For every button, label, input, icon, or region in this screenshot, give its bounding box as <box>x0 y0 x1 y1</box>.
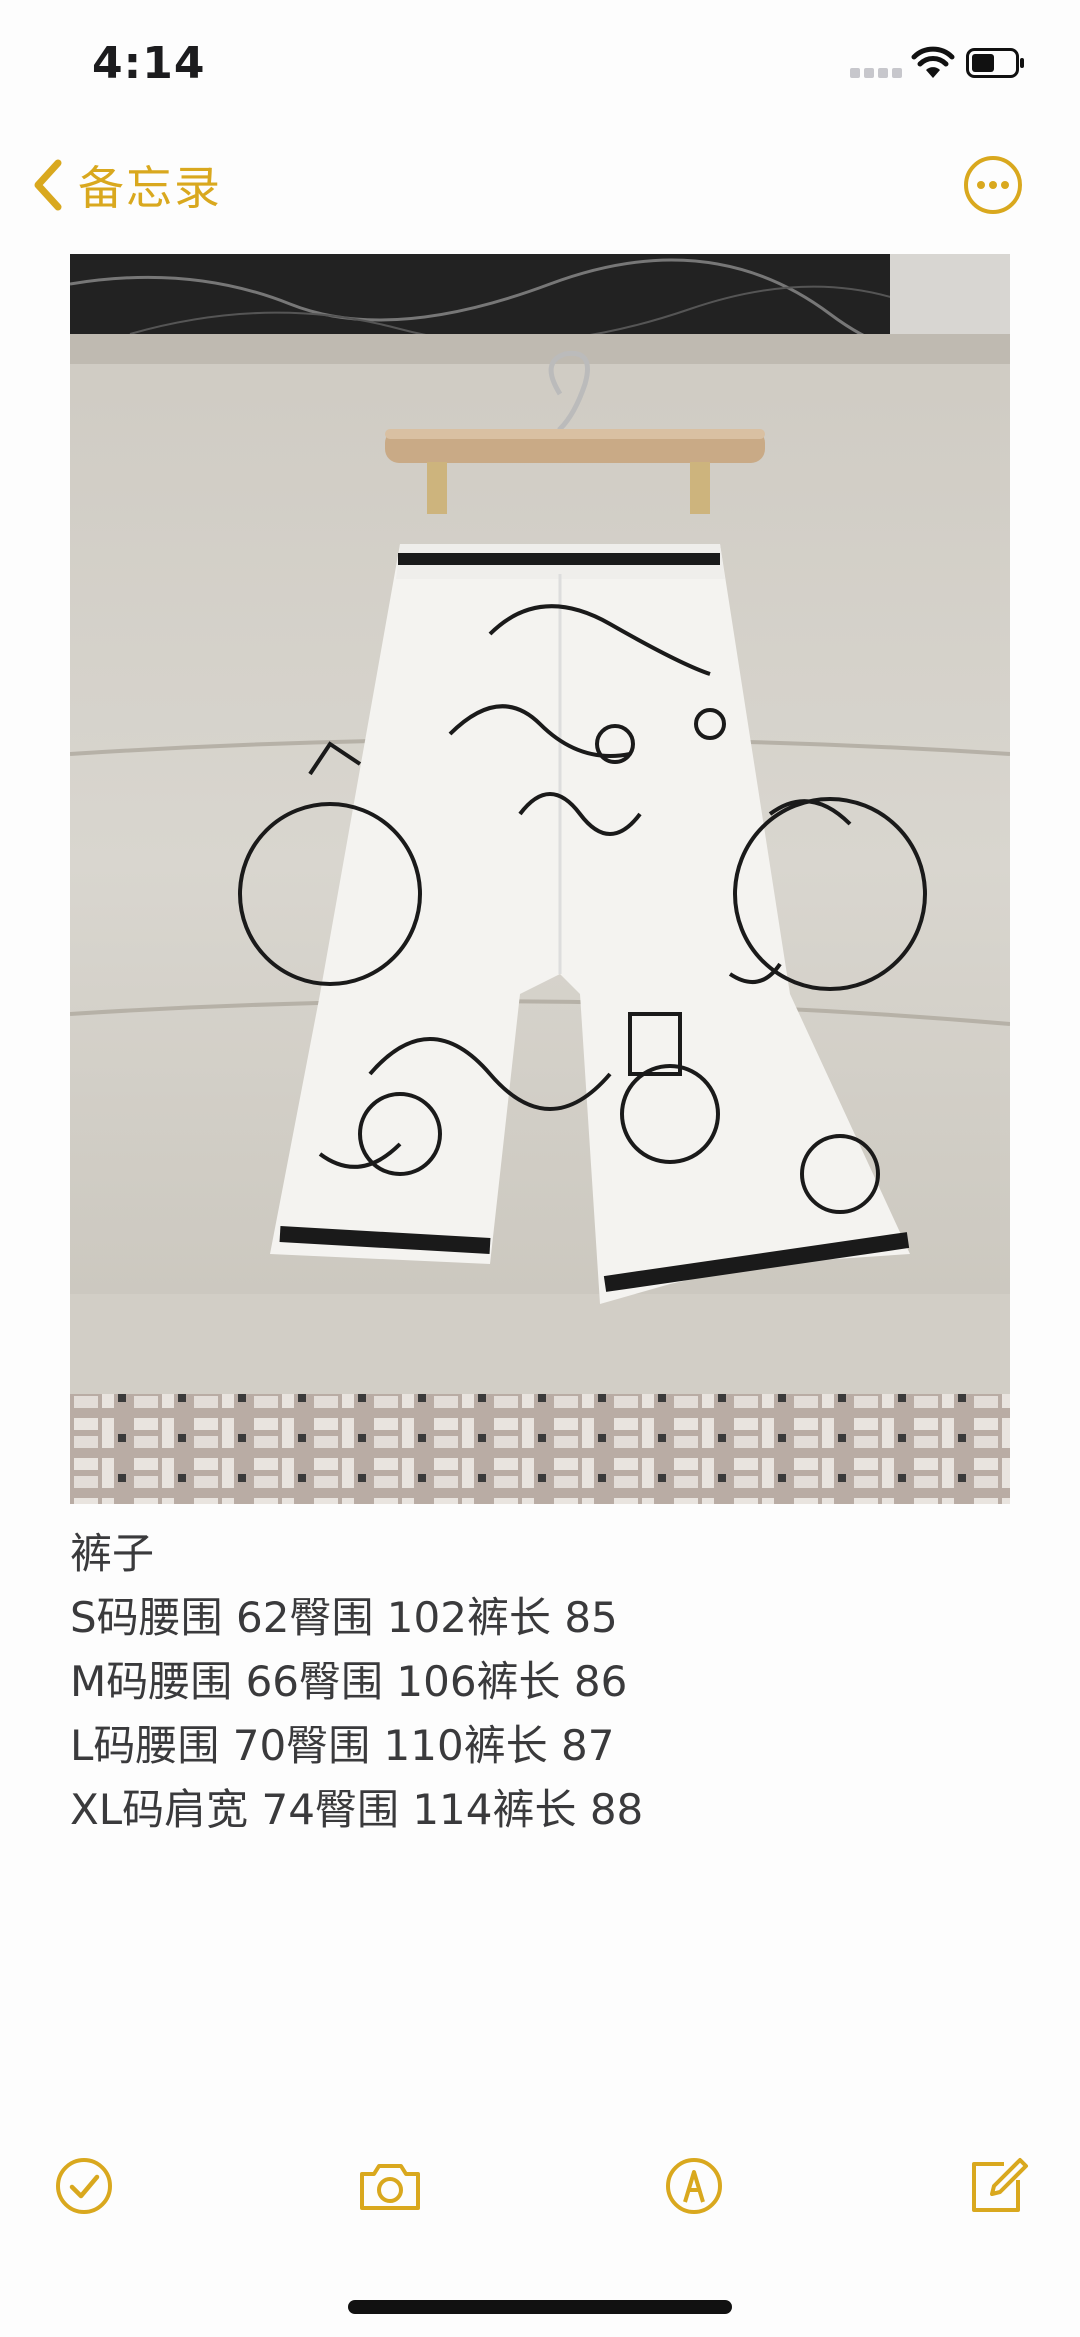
camera-icon[interactable] <box>354 2150 426 2222</box>
home-indicator[interactable] <box>348 2300 732 2314</box>
navigation-bar: 备忘录 <box>0 140 1080 230</box>
status-time: 4:14 <box>92 38 206 89</box>
compose-icon[interactable] <box>960 2150 1032 2222</box>
markup-pen-icon[interactable] <box>658 2150 730 2222</box>
ellipsis-circle-icon[interactable] <box>962 154 1024 216</box>
size-line-m: M码腰围 66臀围 106裤长 86 <box>70 1657 628 1706</box>
battery-icon <box>966 48 1024 78</box>
size-line-xl: XL码肩宽 74臀围 114裤长 88 <box>70 1785 644 1834</box>
wifi-icon <box>911 46 955 78</box>
note-body[interactable]: 裤子 S码腰围 62臀围 102裤长 85 M码腰围 66臀围 106裤长 86… <box>70 1522 1010 1842</box>
size-line-l: L码腰围 70臀围 110裤长 87 <box>70 1721 615 1770</box>
chevron-left-icon <box>34 159 62 211</box>
back-label: 备忘录 <box>78 161 222 215</box>
bottom-toolbar <box>0 2150 1080 2230</box>
size-line-s: S码腰围 62臀围 102裤长 85 <box>70 1593 618 1642</box>
back-button[interactable]: 备忘录 <box>30 152 222 218</box>
note-title: 裤子 <box>70 1529 155 1578</box>
checklist-icon[interactable] <box>48 2150 120 2222</box>
note-photo[interactable] <box>70 254 1010 1504</box>
status-bar: 4:14 <box>0 0 1080 130</box>
cellular-signal-icon <box>850 66 902 78</box>
